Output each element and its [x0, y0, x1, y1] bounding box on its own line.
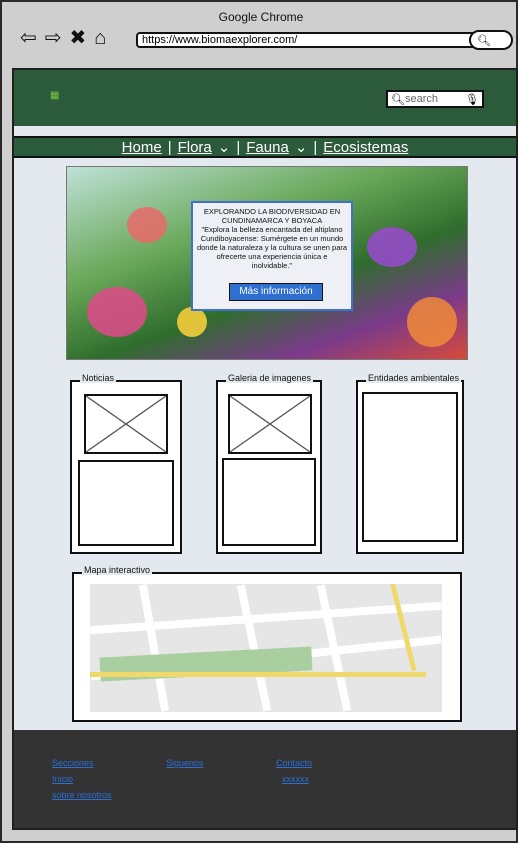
- entities-card[interactable]: [362, 392, 458, 542]
- menu-separator: |: [313, 138, 318, 156]
- hero-decoration: [87, 287, 147, 337]
- search-input[interactable]: 🔍︎ search 🎙︎: [386, 90, 484, 108]
- close-icon[interactable]: ✖: [70, 28, 87, 48]
- hero-banner: EXPLORANDO LA BIODIVERSIDAD EN CUNDINAMA…: [66, 166, 468, 360]
- entities-label: Entidades ambientales: [366, 373, 462, 383]
- menu-item-flora[interactable]: Flora: [178, 139, 212, 156]
- forward-arrow-icon[interactable]: ⇨: [45, 28, 62, 48]
- gallery-label: Galeria de imagenes: [226, 373, 314, 383]
- browser-title: Google Chrome: [218, 10, 304, 24]
- map-yellow-road: [90, 672, 426, 677]
- map-label: Mapa interactivo: [82, 565, 153, 575]
- search-placeholder: search: [405, 93, 439, 105]
- hero-decoration: [177, 307, 207, 337]
- menu-separator: |: [236, 138, 241, 156]
- main-menu: Home | Flora ⌄ | Fauna ⌄ | Ecosistemas: [14, 136, 516, 158]
- chevron-down-icon[interactable]: ⌄: [218, 138, 231, 156]
- footer-link-siguenos[interactable]: Siguenos: [166, 758, 204, 768]
- search-icon: 🔍︎: [391, 94, 405, 106]
- footer-link-contacto[interactable]: Contacto: [276, 758, 312, 768]
- hero-decoration: [367, 227, 417, 267]
- footer-link-inicio[interactable]: Inicio: [52, 774, 73, 784]
- hero-decoration: [127, 207, 167, 243]
- logo-icon[interactable]: ▦: [50, 90, 70, 106]
- footer-link-sobre-nosotros[interactable]: sobre nosotros: [52, 790, 112, 800]
- address-bar[interactable]: https://www.biomaexplorer.com/: [136, 32, 484, 48]
- back-arrow-icon[interactable]: ⇦: [20, 28, 37, 48]
- microphone-icon[interactable]: 🎙︎: [465, 93, 479, 106]
- search-icon: 🔍︎: [477, 35, 491, 47]
- chevron-down-icon[interactable]: ⌄: [295, 138, 308, 156]
- map-yellow-road: [390, 584, 417, 672]
- site-header: ▦ 🔍︎ search 🎙︎: [14, 70, 516, 126]
- news-card[interactable]: [78, 460, 174, 546]
- gallery-image-placeholder[interactable]: [228, 394, 312, 454]
- hero-decoration: [407, 297, 457, 347]
- news-label: Noticias: [80, 373, 117, 383]
- menu-separator: |: [167, 138, 172, 156]
- site-footer: Secciones Inicio sobre nosotros Siguenos…: [14, 730, 516, 828]
- browser-window: Google Chrome ⇦ ⇨ ✖ ⌂ https://www.biomae…: [0, 0, 518, 843]
- map-section: [72, 572, 462, 722]
- menu-item-fauna[interactable]: Fauna: [246, 139, 289, 156]
- hero-body: "Explora la belleza encantada del altipl…: [196, 225, 348, 270]
- hero-card: EXPLORANDO LA BIODIVERSIDAD EN CUNDINAMA…: [191, 201, 353, 311]
- map-view[interactable]: [90, 584, 442, 712]
- footer-link-contact-value[interactable]: xxxxxx: [282, 774, 309, 784]
- browser-nav: ⇦ ⇨ ✖ ⌂: [20, 28, 106, 48]
- more-info-button[interactable]: Más información: [229, 283, 323, 301]
- gallery-section: [216, 380, 322, 554]
- page-viewport: ▦ 🔍︎ search 🎙︎ Home | Flora ⌄ | Fauna ⌄ | …: [12, 68, 518, 830]
- map-road: [138, 584, 170, 712]
- menu-item-ecosistemas[interactable]: Ecosistemas: [323, 139, 408, 156]
- news-image-placeholder[interactable]: [84, 394, 168, 454]
- news-section: [70, 380, 182, 554]
- footer-link-secciones[interactable]: Secciones: [52, 758, 94, 768]
- menu-item-home[interactable]: Home: [122, 139, 162, 156]
- home-icon[interactable]: ⌂: [94, 28, 106, 48]
- hero-title: EXPLORANDO LA BIODIVERSIDAD EN CUNDINAMA…: [203, 207, 341, 225]
- gallery-card[interactable]: [222, 458, 316, 546]
- browser-search-button[interactable]: 🔍︎: [469, 30, 513, 50]
- entities-section: [356, 380, 464, 554]
